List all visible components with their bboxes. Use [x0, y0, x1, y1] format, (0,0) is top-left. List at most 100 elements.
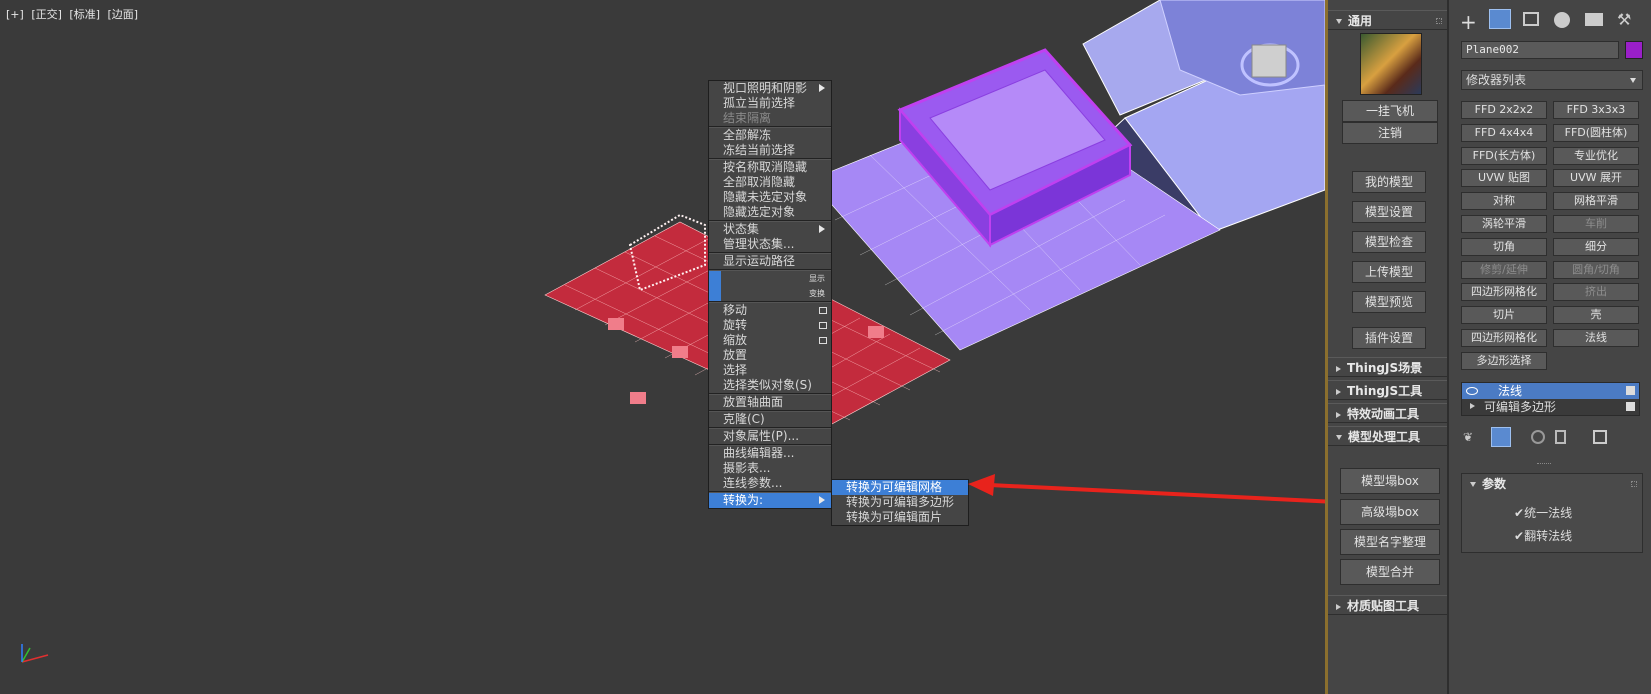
settings-box-icon[interactable] — [819, 307, 827, 314]
hierarchy-tab-icon[interactable] — [1523, 12, 1539, 26]
modifier-button[interactable]: 网格平滑 — [1553, 192, 1639, 211]
menu-item[interactable]: 连线参数... — [709, 476, 831, 491]
create-tab-icon[interactable]: + — [1460, 10, 1477, 34]
modifier-button[interactable]: UVW 展开 — [1553, 169, 1639, 188]
menu-item[interactable]: 移动 — [709, 303, 831, 318]
section-general[interactable]: 通用 — [1328, 10, 1447, 30]
menu-item[interactable]: 转换为可编辑面片 — [832, 510, 968, 525]
model-merge-button[interactable]: 模型合并 — [1340, 559, 1440, 585]
utilities-tab-icon[interactable]: ⚒ — [1617, 10, 1631, 29]
viewport-label[interactable]: [+] [正交] [标准] [边面] — [6, 6, 142, 22]
viewport-view-ortho[interactable]: [正交] — [31, 8, 62, 21]
remove-modifier-icon[interactable] — [1555, 430, 1566, 444]
make-unique-icon[interactable] — [1531, 430, 1545, 444]
modifier-button[interactable]: 涡轮平滑 — [1461, 215, 1547, 233]
menu-item[interactable]: 孤立当前选择 — [709, 96, 831, 111]
modifier-button: 修剪/延伸 — [1461, 260, 1547, 279]
modifier-button[interactable]: 四边形网格化 — [1461, 329, 1547, 347]
section-texture-tools[interactable]: 材质贴图工具 — [1328, 595, 1447, 615]
menu-item[interactable]: 视口照明和阴影 — [709, 81, 831, 96]
modifier-button[interactable]: 切片 — [1461, 306, 1547, 325]
drag-handle-icon[interactable] — [1436, 18, 1442, 24]
modify-tab-icon[interactable] — [1489, 9, 1511, 29]
menu-item[interactable]: 对象属性(P)... — [709, 429, 831, 444]
eye-icon[interactable] — [1466, 387, 1478, 395]
section-effects-animation[interactable]: 特效动画工具 — [1328, 403, 1447, 423]
modifier-button[interactable]: FFD 2x2x2 — [1461, 101, 1547, 119]
menu-item[interactable]: 缩放 — [709, 333, 831, 348]
my-models-button[interactable]: 我的模型 — [1352, 171, 1426, 193]
menu-item[interactable]: 冻结当前选择 — [709, 143, 831, 158]
logout-button[interactable]: 注销 — [1342, 122, 1438, 144]
menu-item[interactable]: 曲线编辑器... — [709, 446, 831, 461]
menu-item[interactable]: 管理状态集... — [709, 237, 831, 252]
advanced-collapse-box-button[interactable]: 高级塌box — [1340, 499, 1440, 525]
modifier-button[interactable]: FFD 4x4x4 — [1461, 123, 1547, 142]
params-rollout-header[interactable]: 参数 — [1462, 474, 1642, 494]
drag-handle-icon[interactable] — [1631, 481, 1637, 487]
menu-item[interactable]: 状态集 — [709, 222, 831, 237]
modifier-button[interactable]: 壳 — [1553, 306, 1639, 325]
model-preview-button[interactable]: 模型预览 — [1352, 291, 1426, 313]
menu-item[interactable]: 转换为可编辑多边形 — [832, 495, 968, 510]
section-model-processing[interactable]: 模型处理工具 — [1328, 426, 1447, 446]
model-collapse-box-button[interactable]: 模型塌box — [1340, 468, 1440, 494]
menu-item[interactable]: 显示运动路径 — [709, 254, 831, 269]
object-name-field[interactable]: Plane002 — [1461, 41, 1619, 59]
configure-sets-icon[interactable] — [1593, 430, 1607, 444]
settings-box-icon[interactable] — [819, 337, 827, 344]
menu-item[interactable]: 摄影表... — [709, 461, 831, 476]
model-check-button[interactable]: 模型检查 — [1352, 231, 1426, 253]
pin-stack-icon[interactable]: ❦ — [1463, 430, 1473, 444]
section-thingjs-tools[interactable]: ThingJS工具 — [1328, 380, 1447, 400]
stack-item-editable-poly[interactable]: 可编辑多边形 — [1462, 399, 1639, 415]
model-name-tidy-button[interactable]: 模型名字整理 — [1340, 529, 1440, 555]
viewport[interactable]: [+] [正交] [标准] [边面] 视口照明和阴影 孤立当前选择 结束隔离 全部解冻… — [0, 0, 1325, 694]
login-user-button[interactable]: 一挂飞机 — [1342, 100, 1438, 122]
display-tab-icon[interactable] — [1585, 13, 1603, 26]
menu-item[interactable]: 放置轴曲面 — [709, 395, 831, 410]
viewport-style-edged[interactable]: [边面] — [108, 8, 139, 21]
menu-item[interactable]: 放置 — [709, 348, 831, 363]
viewport-shading-standard[interactable]: [标准] — [69, 8, 100, 21]
menu-item[interactable]: 旋转 — [709, 318, 831, 333]
stack-item-normal[interactable]: 法线 — [1462, 383, 1639, 399]
menu-item[interactable]: 隐藏选定对象 — [709, 205, 831, 220]
rollout-divider — [1537, 463, 1551, 464]
object-color-swatch[interactable] — [1625, 41, 1643, 59]
menu-item[interactable]: 克隆(C) — [709, 412, 831, 427]
model-settings-button[interactable]: 模型设置 — [1352, 201, 1426, 223]
unify-normals-checkbox[interactable]: ✔统一法线 — [1514, 504, 1572, 521]
user-avatar[interactable] — [1360, 33, 1422, 95]
expand-icon[interactable] — [1470, 403, 1475, 409]
menu-item[interactable]: 选择类似对象(S) — [709, 378, 831, 393]
modifier-button[interactable]: 切角 — [1461, 237, 1547, 256]
menu-item[interactable]: 转换为: — [709, 493, 831, 508]
plugin-settings-button[interactable]: 插件设置 — [1352, 327, 1426, 349]
modifier-button[interactable]: 对称 — [1461, 192, 1547, 211]
menu-item[interactable]: 全部取消隐藏 — [709, 175, 831, 190]
modifier-button[interactable]: 细分 — [1553, 237, 1639, 256]
viewport-menu-plus[interactable]: [+] — [6, 8, 24, 21]
menu-item[interactable]: 转换为可编辑网格 — [832, 480, 968, 495]
menu-item[interactable]: 按名称取消隐藏 — [709, 160, 831, 175]
upload-model-button[interactable]: 上传模型 — [1352, 261, 1426, 283]
motion-tab-icon[interactable] — [1554, 12, 1570, 28]
settings-box-icon[interactable] — [819, 322, 827, 329]
menu-item[interactable]: 隐藏未选定对象 — [709, 190, 831, 205]
modifier-button[interactable]: 四边形网格化 — [1461, 283, 1547, 302]
modifier-button[interactable]: FFD 3x3x3 — [1553, 101, 1639, 119]
menu-item[interactable]: 选择 — [709, 363, 831, 378]
modifier-button[interactable]: 法线 — [1553, 329, 1639, 347]
show-end-result-icon[interactable] — [1491, 427, 1511, 447]
modifier-button[interactable]: UVW 贴图 — [1461, 169, 1547, 188]
menu-item[interactable]: 全部解冻 — [709, 128, 831, 143]
modifier-button[interactable]: FFD(圆柱体) — [1553, 123, 1639, 142]
modifier-button[interactable]: FFD(长方体) — [1461, 146, 1547, 165]
axis-gizmo — [21, 644, 49, 663]
modifier-button[interactable]: 专业优化 — [1553, 146, 1639, 165]
flip-normals-checkbox[interactable]: ✔翻转法线 — [1514, 527, 1572, 544]
modifier-list-dropdown[interactable]: 修改器列表 — [1461, 70, 1643, 90]
section-thingjs-scene[interactable]: ThingJS场景 — [1328, 357, 1447, 377]
modifier-button[interactable]: 多边形选择 — [1461, 351, 1547, 370]
